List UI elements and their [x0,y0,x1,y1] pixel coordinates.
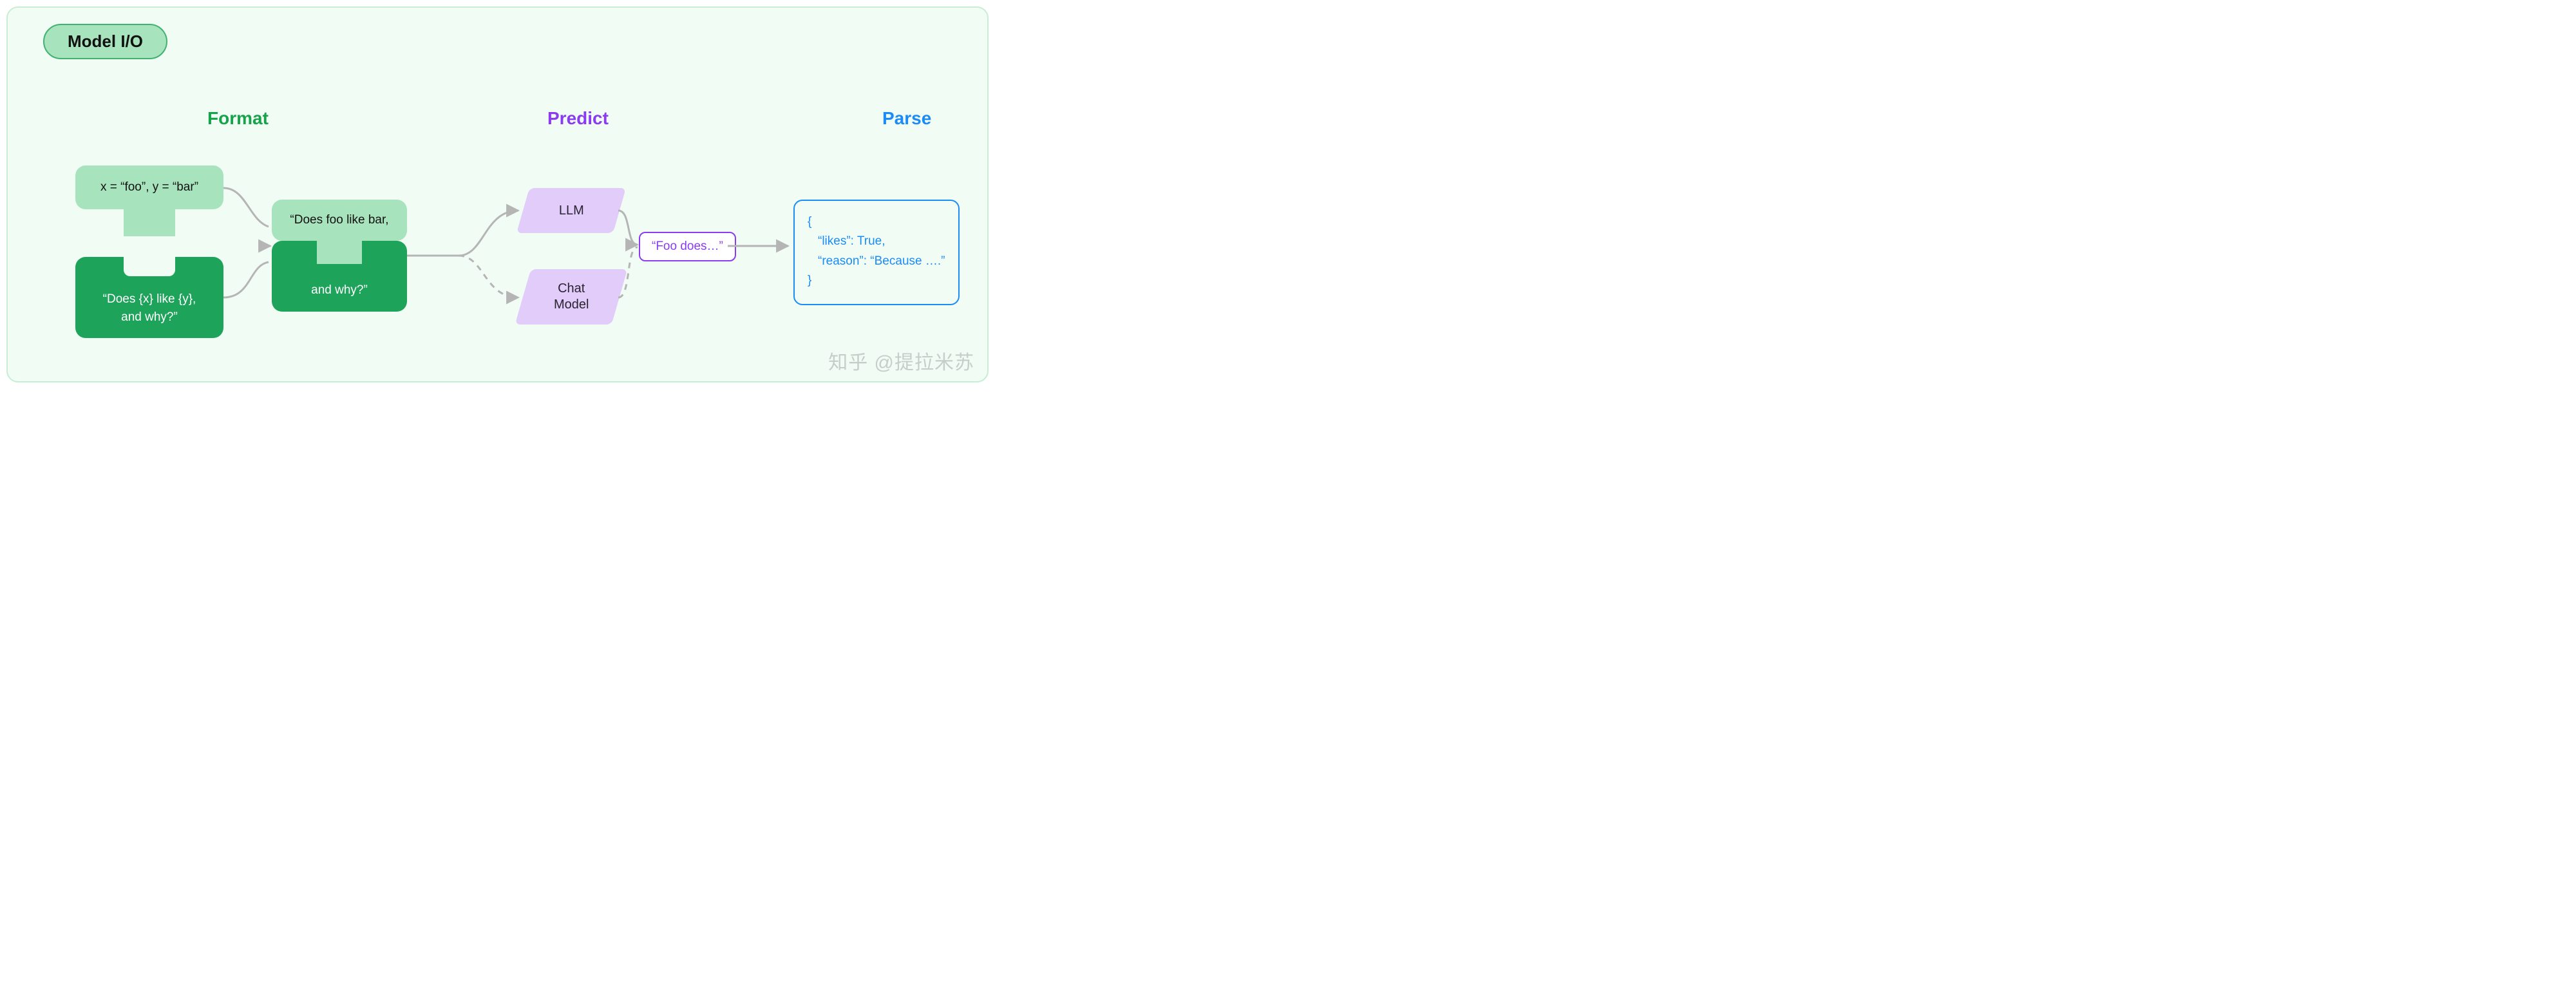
watermark-text: 知乎 @提拉米苏 [828,346,974,375]
format-filled-slot-inner [317,241,362,264]
parse-output-box: { “likes”: True, “reason”: “Because ….” … [793,200,960,305]
predict-chat-label-line1: Chat [554,281,589,297]
predict-chatmodel-node: Chat Model [515,269,628,325]
section-header-format: Format [207,108,269,129]
format-template-line2: and why?” [75,308,223,326]
section-header-predict: Predict [547,108,609,129]
format-template-line1: “Does {x} like {y}, [75,290,223,308]
parse-line2: “likes”: True, [808,232,945,251]
predict-chat-label-line2: Model [554,297,589,313]
predict-output-pill: “Foo does…” [639,232,736,261]
format-template-slot [124,257,175,276]
format-filled-block-top: “Does foo like bar, [272,200,407,241]
predict-llm-label: LLM [559,203,584,219]
parse-line4: } [808,271,945,290]
diagram-title-pill: Model I/O [43,24,167,59]
parse-line3: “reason”: “Because ….” [808,252,945,271]
format-vars-tab [124,209,175,236]
section-header-parse: Parse [882,108,931,129]
format-vars-block: x = “foo”, y = “bar” [75,165,223,209]
diagram-canvas: Model I/O Format Predict Parse x = “foo”… [6,6,989,382]
parse-line1: { [808,212,945,232]
format-filled-line2: and why?” [272,283,407,297]
predict-llm-node: LLM [516,188,626,233]
